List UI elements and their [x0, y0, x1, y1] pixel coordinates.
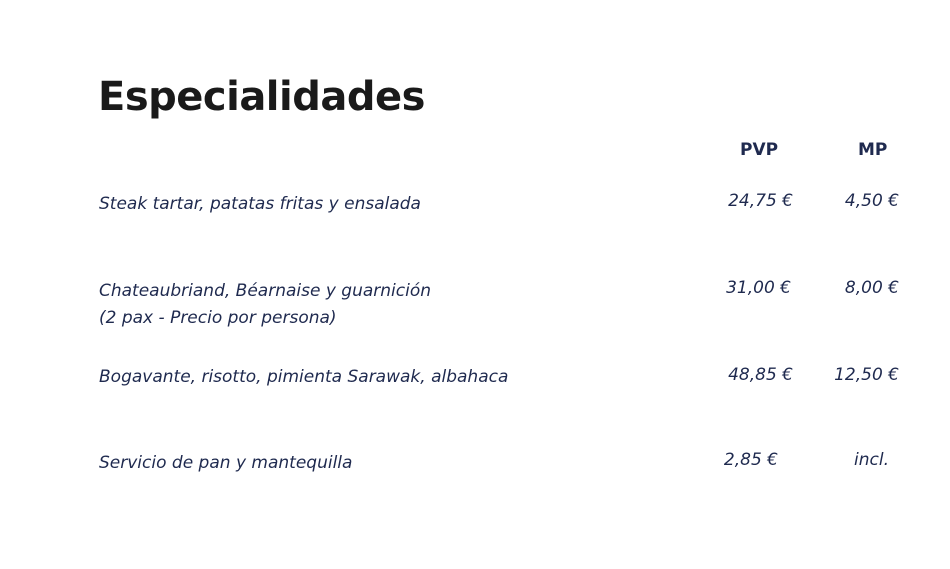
item-name: Bogavante, risotto, pimienta Sarawak, al…: [99, 367, 509, 387]
item-name: Servicio de pan y mantequilla: [99, 453, 353, 473]
item-price-pvp: 24,75 €: [728, 191, 793, 211]
item-price-mp: 4,50 €: [844, 191, 899, 211]
item-name: Chateaubriand, Béarnaise y guarnición: [99, 281, 432, 301]
item-price-pvp: 31,00 €: [726, 278, 791, 298]
item-price-pvp: 2,85 €: [723, 450, 778, 470]
item-price-mp: 8,00 €: [844, 278, 899, 298]
item-name: Steak tartar, patatas fritas y ensalada: [99, 194, 421, 214]
item-note: (2 pax - Precio por persona): [99, 308, 337, 328]
column-header-pvp: PVP: [740, 140, 779, 160]
column-header-mp: MP: [858, 140, 888, 160]
item-price-mp: 12,50 €: [834, 365, 899, 385]
page-title: Especialidades: [98, 74, 425, 120]
item-price-mp: incl.: [854, 450, 889, 470]
item-price-pvp: 48,85 €: [728, 365, 793, 385]
